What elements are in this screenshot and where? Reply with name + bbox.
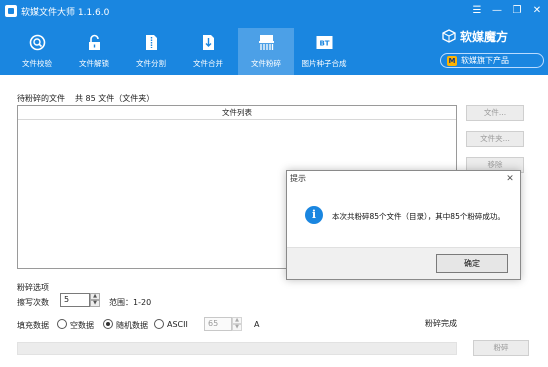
add-file-button[interactable]: 文件... (466, 105, 524, 121)
fill-data-label: 填充数据 (17, 321, 49, 330)
dialog-body: i 本次共粉碎85个文件（目录），其中85个粉碎成功。 (287, 187, 520, 247)
file-list-header: 文件列表 (18, 106, 456, 120)
tool-image-seed[interactable]: BT 图片种子合成 (296, 28, 352, 75)
dialog-footer: 确定 (287, 247, 520, 279)
tool-label: 文件校验 (22, 59, 52, 68)
tool-label: 图片种子合成 (301, 59, 347, 68)
cube-logo-icon (442, 29, 456, 43)
window-title: 软媒文件大师 1.1.6.0 (21, 8, 110, 18)
passes-stepper[interactable]: ▲ ▼ (90, 293, 100, 307)
close-icon[interactable]: ✕ (530, 4, 544, 18)
radio-ascii[interactable] (154, 319, 164, 329)
info-icon: i (305, 206, 323, 224)
unlock-icon (89, 34, 100, 50)
app-logo-icon (5, 5, 17, 17)
ascii-input[interactable]: 65 (204, 317, 232, 331)
radio-label: 空数据 (70, 321, 94, 330)
tool-label: 文件合并 (193, 59, 223, 68)
brand-badge-icon: M (447, 56, 457, 66)
dialog-close-icon[interactable]: ✕ (504, 172, 516, 186)
passes-range: 范围：1-20 (109, 298, 152, 307)
file-list-caption: 待粉碎的文件 (17, 94, 65, 103)
file-merge-icon (203, 35, 214, 50)
tool-file-merge[interactable]: 文件合并 (180, 28, 236, 75)
minimize-icon[interactable]: — (490, 4, 504, 18)
ok-button[interactable]: 确定 (436, 254, 508, 273)
tool-file-split[interactable]: 文件分割 (123, 28, 179, 75)
stepper-down-icon[interactable]: ▼ (232, 324, 242, 331)
ascii-char: A (254, 320, 260, 329)
dialog-message: 本次共粉碎85个文件（目录），其中85个粉碎成功。 (332, 212, 505, 221)
radio-random-data[interactable] (103, 319, 113, 329)
brand-name: 软媒魔方 (460, 30, 509, 44)
maximize-icon[interactable]: ❐ (510, 4, 524, 18)
brand-button-label: 软媒旗下产品 (461, 56, 509, 65)
file-count: 共 85 文件（文件夹） (75, 94, 155, 103)
file-split-icon (146, 35, 157, 50)
add-folder-button[interactable]: 文件夹... (466, 131, 524, 147)
shredder-icon (259, 35, 274, 50)
passes-label: 擦写次数 (17, 298, 49, 307)
search-icon (29, 34, 46, 51)
tool-label: 文件解锁 (79, 59, 109, 68)
radio-empty-data[interactable] (57, 319, 67, 329)
tool-file-verify[interactable]: 文件校验 (9, 28, 65, 75)
radio-label: 随机数据 (116, 321, 148, 330)
progress-bar (17, 342, 457, 355)
dialog-title: 提示 (287, 171, 520, 187)
shred-button[interactable]: 粉碎 (473, 340, 529, 356)
status-text: 粉碎完成 (425, 319, 457, 328)
bt-glyph: BT (319, 40, 329, 48)
stepper-up-icon[interactable]: ▲ (90, 293, 100, 300)
title-bar: 软媒文件大师 1.1.6.0 ☰ — ❐ ✕ (0, 0, 548, 24)
tool-label: 文件分割 (136, 59, 166, 68)
tool-label: 文件粉碎 (251, 59, 281, 68)
brand-products-button[interactable]: M 软媒旗下产品 (440, 53, 544, 68)
app-header: 软媒文件大师 1.1.6.0 ☰ — ❐ ✕ 文件校验 文件解锁 文件分割 文件… (0, 0, 548, 75)
tool-file-unlock[interactable]: 文件解锁 (66, 28, 122, 75)
tool-file-shred[interactable]: 文件粉碎 (238, 28, 294, 75)
stepper-down-icon[interactable]: ▼ (90, 300, 100, 307)
passes-input[interactable]: 5 (60, 293, 90, 307)
ascii-stepper[interactable]: ▲ ▼ (232, 317, 242, 331)
info-dialog: 提示 ✕ i 本次共粉碎85个文件（目录），其中85个粉碎成功。 确定 (286, 170, 521, 280)
bt-icon: BT (316, 36, 333, 49)
stepper-up-icon[interactable]: ▲ (232, 317, 242, 324)
options-title: 粉碎选项 (17, 283, 49, 292)
menu-icon[interactable]: ☰ (470, 4, 484, 18)
radio-label: ASCII (167, 320, 188, 329)
